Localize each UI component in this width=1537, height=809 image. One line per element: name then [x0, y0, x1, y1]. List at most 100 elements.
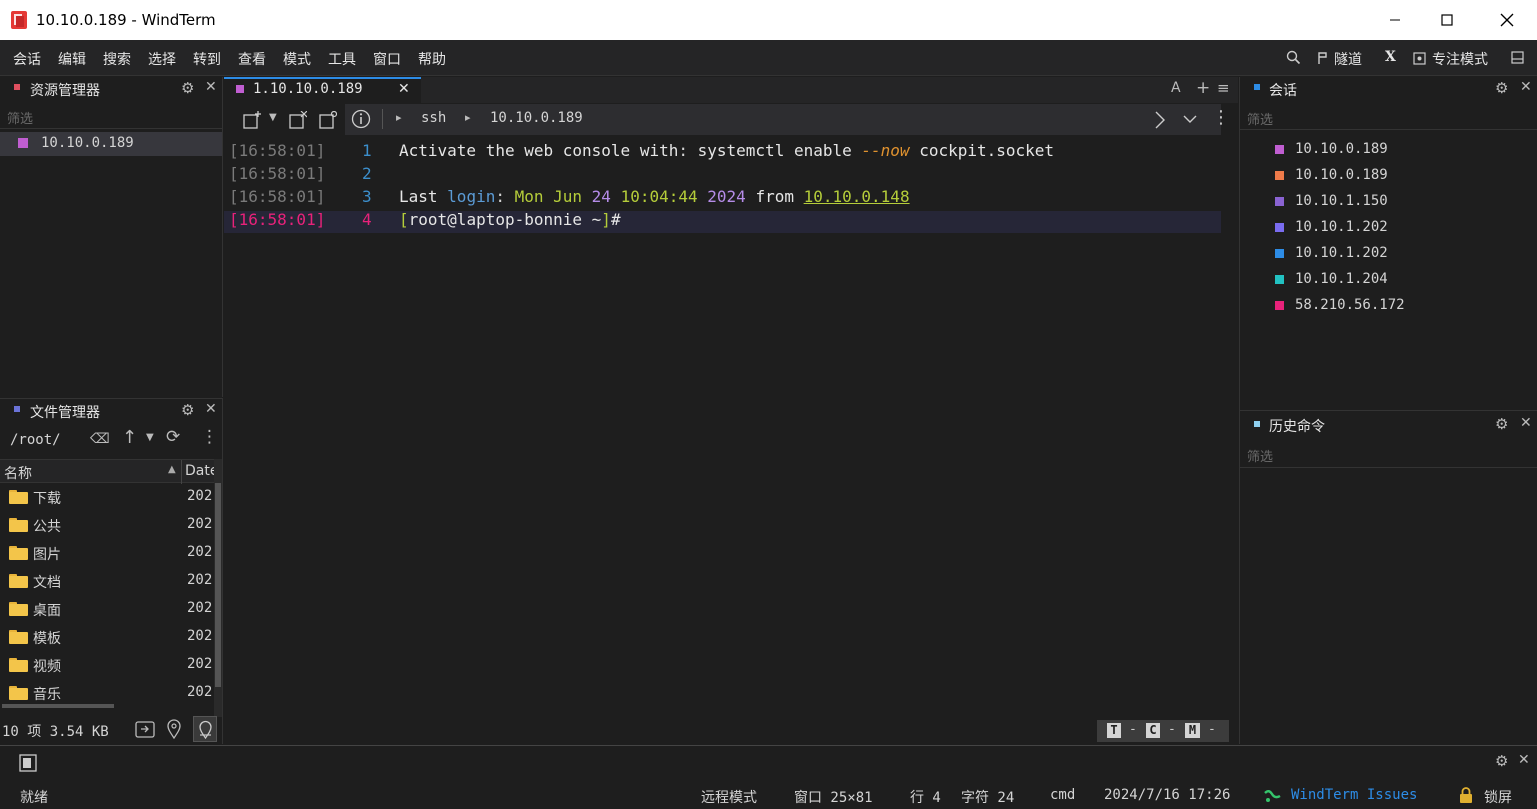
sessions-filter-input[interactable]: 筛选: [1240, 104, 1537, 130]
file-manager-close-icon[interactable]: ✕: [205, 401, 217, 417]
file-row[interactable]: 视频 202: [0, 651, 214, 679]
terminal-more-icon[interactable]: ⋮: [1212, 107, 1230, 128]
session-item[interactable]: 10.10.0.189: [1275, 141, 1515, 161]
history-close-icon[interactable]: ✕: [1520, 415, 1532, 431]
x-button[interactable]: X: [1385, 49, 1396, 65]
new-session-icon[interactable]: [243, 111, 261, 129]
status-shell[interactable]: cmd: [1050, 787, 1075, 803]
tab-close-icon[interactable]: ✕: [398, 81, 410, 97]
refresh-icon[interactable]: ⟳: [166, 427, 180, 447]
terminal-area: 1.10.10.0.189 ✕ A + ≡ ▼ ▸ ssh ▸ 10.10.0.…: [224, 77, 1238, 744]
file-row[interactable]: 文档 202: [0, 567, 214, 595]
file-row[interactable]: 下载 202: [0, 483, 214, 511]
text-segment: 10:04:44: [620, 187, 698, 206]
file-row[interactable]: 公共 202: [0, 511, 214, 539]
menu-tools[interactable]: 工具: [328, 49, 356, 69]
mode-t-badge[interactable]: T: [1107, 723, 1121, 738]
chevron-down-icon[interactable]: [1183, 114, 1197, 124]
tab-menu-button[interactable]: ≡: [1217, 79, 1230, 97]
menu-mode[interactable]: 模式: [283, 49, 311, 69]
terminal-output[interactable]: [16:58:01] 1 Activate the web console with…: [224, 77, 1238, 737]
file-manager-settings-icon[interactable]: ⚙: [181, 401, 194, 419]
terminal-line: [16:58:01] 2: [229, 164, 1219, 187]
column-name-header[interactable]: 名称: [4, 463, 32, 483]
file-list-hscrollbar[interactable]: [0, 703, 214, 709]
file-date: 202: [187, 684, 213, 700]
session-item[interactable]: 10.10.1.202: [1275, 219, 1515, 239]
session-item[interactable]: 10.10.1.202: [1275, 245, 1515, 265]
file-list-vscrollbar[interactable]: [214, 459, 222, 717]
up-directory-icon[interactable]: ↑: [122, 427, 137, 448]
history-dropdown-icon[interactable]: ▼: [146, 432, 154, 443]
session-item[interactable]: 10.10.0.189: [1275, 167, 1515, 187]
sync-location-button[interactable]: [193, 716, 217, 742]
sessions-settings-icon[interactable]: ⚙: [1495, 79, 1508, 97]
menu-edit[interactable]: 编辑: [58, 49, 86, 69]
history-title: 历史命令: [1269, 419, 1325, 435]
explorer-close-icon[interactable]: ✕: [205, 79, 217, 95]
vscroll-thumb[interactable]: [215, 483, 221, 687]
info-icon[interactable]: [351, 109, 371, 129]
menu-help[interactable]: 帮助: [418, 49, 446, 69]
status-col: 字符 24: [961, 790, 1015, 806]
history-filter-input[interactable]: 筛选: [1240, 442, 1537, 468]
explorer-item[interactable]: 10.10.0.189: [0, 132, 222, 156]
mode-sep: -: [1208, 722, 1216, 737]
path-input[interactable]: /root/ ⌫: [0, 427, 112, 455]
mode-indicator: T - C - M -: [1097, 720, 1229, 742]
search-icon[interactable]: [1286, 50, 1301, 65]
bottom-settings-icon[interactable]: ⚙: [1495, 752, 1508, 770]
duplicate-session-icon[interactable]: [319, 111, 337, 129]
explorer-marker-icon: [14, 84, 20, 90]
close-window-button[interactable]: [1481, 0, 1533, 40]
explorer-filter-input[interactable]: 筛选: [0, 103, 222, 129]
session-item[interactable]: 10.10.1.204: [1275, 271, 1515, 291]
status-remote-mode[interactable]: 远程模式: [701, 787, 757, 807]
maximize-button[interactable]: [1421, 0, 1473, 40]
breadcrumb-host[interactable]: 10.10.0.189: [490, 110, 583, 126]
tab-session[interactable]: 1.10.10.0.189 ✕: [224, 77, 421, 103]
sessions-close-icon[interactable]: ✕: [1520, 79, 1532, 95]
minimize-button[interactable]: [1369, 0, 1421, 40]
upload-icon[interactable]: [135, 720, 155, 738]
file-name: 视频: [33, 659, 61, 675]
new-tab-button[interactable]: +: [1196, 78, 1210, 98]
breadcrumb-protocol[interactable]: ssh: [421, 110, 446, 126]
more-options-icon[interactable]: ⋮: [201, 427, 218, 447]
focus-mode-button[interactable]: 专注模式: [1413, 49, 1493, 68]
new-session-dropdown-icon[interactable]: ▼: [269, 112, 277, 123]
session-item[interactable]: 58.210.56.172: [1275, 297, 1515, 317]
menu-view[interactable]: 查看: [238, 49, 266, 69]
bottom-close-icon[interactable]: ✕: [1518, 752, 1530, 768]
line-timestamp: [16:58:01]: [229, 210, 326, 229]
location-icon[interactable]: [166, 719, 182, 739]
hscroll-thumb[interactable]: [2, 704, 114, 708]
panel-toggle-icon[interactable]: [19, 754, 37, 772]
menu-goto[interactable]: 转到: [193, 49, 221, 69]
windterm-issues-link[interactable]: WindTerm Issues: [1291, 787, 1417, 803]
mode-c-badge[interactable]: C: [1146, 723, 1160, 738]
clear-path-icon[interactable]: ⌫: [90, 431, 110, 447]
close-session-icon[interactable]: [289, 111, 307, 129]
lock-screen-button[interactable]: 锁屏: [1484, 787, 1512, 807]
chevron-right-icon[interactable]: [1154, 110, 1166, 130]
session-label: 58.210.56.172: [1295, 297, 1405, 313]
menu-select[interactable]: 选择: [148, 49, 176, 69]
session-item[interactable]: 10.10.1.150: [1275, 193, 1515, 213]
file-row[interactable]: 桌面 202: [0, 595, 214, 623]
menu-window[interactable]: 窗口: [373, 49, 401, 69]
layout-icon[interactable]: [1511, 51, 1524, 64]
menu-session[interactable]: 会话: [13, 49, 41, 69]
file-row[interactable]: 图片 202: [0, 539, 214, 567]
address-bar[interactable]: ▸ ssh ▸ 10.10.0.189: [345, 104, 1221, 135]
font-button[interactable]: A: [1171, 80, 1181, 96]
session-color-icon: [1275, 249, 1284, 258]
line-timestamp: [16:58:01]: [229, 141, 326, 160]
menu-search[interactable]: 搜索: [103, 49, 131, 69]
explorer-settings-icon[interactable]: ⚙: [181, 79, 194, 97]
file-row[interactable]: 模板 202: [0, 623, 214, 651]
mode-m-badge[interactable]: M: [1185, 723, 1200, 738]
history-settings-icon[interactable]: ⚙: [1495, 415, 1508, 433]
terminal-line: [16:58:01] 4 [root@laptop-bonnie ~]#: [229, 210, 1219, 233]
tunnel-button[interactable]: 隧道: [1316, 49, 1372, 68]
